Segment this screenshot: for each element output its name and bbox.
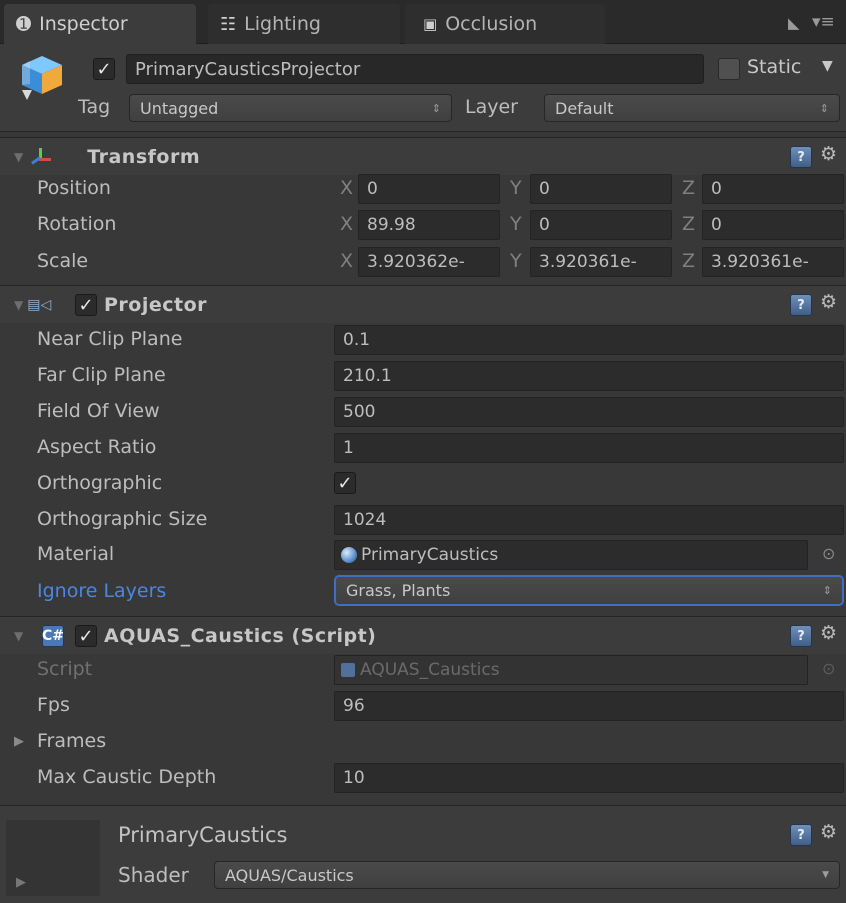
gear-icon[interactable]: ⚙ xyxy=(820,143,837,165)
help-icon[interactable]: ? xyxy=(790,824,812,846)
position-label: Position xyxy=(37,177,111,199)
gear-icon[interactable]: ⚙ xyxy=(820,821,837,843)
static-label: Static xyxy=(747,56,802,78)
transform-icon xyxy=(29,146,52,168)
orthographic-size-field[interactable]: 1024 xyxy=(334,505,844,535)
position-z-field[interactable]: 0 xyxy=(702,174,844,204)
shader-dropdown[interactable]: AQUAS/Caustics ▼ xyxy=(214,861,840,889)
axis-x-label: X xyxy=(340,213,354,235)
near-clip-field[interactable]: 0.1 xyxy=(334,325,844,355)
fov-field[interactable]: 500 xyxy=(334,397,844,427)
projector-title: Projector xyxy=(104,294,208,316)
aspect-ratio-label: Aspect Ratio xyxy=(37,436,157,458)
position-y-field[interactable]: 0 xyxy=(530,174,672,204)
lock-icon[interactable]: ◣ xyxy=(788,14,800,32)
axis-z-label: Z xyxy=(682,250,696,272)
static-checkbox[interactable] xyxy=(718,58,740,80)
lighting-icon: ☷ xyxy=(220,13,237,35)
info-icon: ➊ xyxy=(16,13,32,35)
tab-occlusion[interactable]: ▣ Occlusion xyxy=(405,4,605,44)
tab-lighting[interactable]: ☷ Lighting xyxy=(208,4,400,44)
position-x-field[interactable]: 0 xyxy=(358,174,500,204)
scale-y-field[interactable]: 3.920361e- xyxy=(530,247,672,277)
gear-icon[interactable]: ⚙ xyxy=(820,622,837,644)
orthographic-checkbox[interactable]: ✓ xyxy=(334,472,356,494)
material-name: PrimaryCaustics xyxy=(118,823,288,847)
scale-label: Scale xyxy=(37,250,89,272)
menu-icon[interactable]: ▾≡ xyxy=(812,12,835,32)
axis-x-label: X xyxy=(340,177,354,199)
gear-icon[interactable]: ⚙ xyxy=(820,291,837,313)
tag-dropdown[interactable]: Untagged ⇕ xyxy=(129,94,452,122)
foldout-icon: ▼ xyxy=(14,297,24,312)
occlusion-icon: ▣ xyxy=(423,15,438,33)
rotation-z-field[interactable]: 0 xyxy=(702,210,844,240)
axis-y-label: Y xyxy=(510,250,522,272)
scale-z-field[interactable]: 3.920361e- xyxy=(702,247,844,277)
axis-y-label: Y xyxy=(510,177,522,199)
script-label: Script xyxy=(37,658,93,680)
axis-z-label: Z xyxy=(682,177,696,199)
dropdown-arrow-icon: ▼ xyxy=(822,870,829,880)
axis-y-label: Y xyxy=(510,213,522,235)
ignore-layers-dropdown[interactable]: Grass, Plants ⇕ xyxy=(335,576,843,605)
aspect-ratio-field[interactable]: 1 xyxy=(334,433,844,463)
rotation-label: Rotation xyxy=(37,213,117,235)
transform-header[interactable]: ▼ Transform xyxy=(0,137,846,175)
gameobject-icon xyxy=(18,54,66,96)
max-caustic-depth-label: Max Caustic Depth xyxy=(37,766,217,788)
tag-label: Tag xyxy=(78,96,111,118)
material-label: Material xyxy=(37,543,115,565)
orthographic-size-label: Orthographic Size xyxy=(37,508,208,530)
fps-label: Fps xyxy=(37,694,70,716)
ignore-layers-label: Ignore Layers xyxy=(37,580,167,602)
projector-enabled-checkbox[interactable]: ✓ xyxy=(75,294,97,316)
tab-inspector[interactable]: ➊ Inspector xyxy=(4,4,196,44)
max-caustic-depth-field[interactable]: 10 xyxy=(334,763,844,793)
help-icon[interactable]: ? xyxy=(790,625,812,647)
active-checkbox[interactable]: ✓ xyxy=(93,58,115,80)
orthographic-label: Orthographic xyxy=(37,472,163,494)
object-picker-icon: ⊙ xyxy=(822,659,836,678)
object-picker-icon[interactable]: ⊙ xyxy=(822,544,835,563)
axis-x-label: X xyxy=(340,250,354,272)
foldout-icon: ▼ xyxy=(14,628,24,643)
script-file-icon xyxy=(341,663,355,677)
frames-label[interactable]: Frames xyxy=(37,730,106,752)
rotation-x-field[interactable]: 89.98 xyxy=(358,210,500,240)
material-sphere-icon xyxy=(341,547,357,563)
script-field: AQUAS_Caustics xyxy=(334,655,808,685)
axis-z-label: Z xyxy=(682,213,696,235)
layer-label: Layer xyxy=(465,96,518,118)
fov-label: Field Of View xyxy=(37,400,160,422)
scale-x-field[interactable]: 3.920362e- xyxy=(358,247,500,277)
layer-dropdown[interactable]: Default ⇕ xyxy=(544,94,840,122)
projector-icon: ▤◁ xyxy=(27,296,52,313)
dropdown-arrows-icon: ⇕ xyxy=(819,101,829,115)
rotation-y-field[interactable]: 0 xyxy=(530,210,672,240)
dropdown-arrows-icon: ⇕ xyxy=(822,584,832,597)
shader-label: Shader xyxy=(118,863,189,887)
transform-title: Transform xyxy=(87,145,201,168)
static-dropdown-icon[interactable]: ▼ xyxy=(822,58,833,74)
foldout-icon: ▼ xyxy=(14,149,24,164)
script-enabled-checkbox[interactable]: ✓ xyxy=(75,625,97,647)
script-component-title: AQUAS_Caustics (Script) xyxy=(104,625,377,647)
help-icon[interactable]: ? xyxy=(790,146,812,168)
near-clip-label: Near Clip Plane xyxy=(37,328,183,350)
material-field[interactable]: PrimaryCaustics xyxy=(334,540,808,570)
far-clip-field[interactable]: 210.1 xyxy=(334,361,844,391)
material-foldout-icon[interactable]: ▶ xyxy=(16,875,26,890)
dropdown-arrows-icon: ⇕ xyxy=(431,101,441,115)
help-icon[interactable]: ? xyxy=(790,294,812,316)
csharp-script-icon: C# xyxy=(42,625,64,647)
far-clip-label: Far Clip Plane xyxy=(37,364,166,386)
object-name-field[interactable]: PrimaryCausticsProjector xyxy=(126,54,704,84)
fps-field[interactable]: 96 xyxy=(334,691,844,721)
frames-foldout-icon[interactable]: ▶ xyxy=(14,734,24,749)
